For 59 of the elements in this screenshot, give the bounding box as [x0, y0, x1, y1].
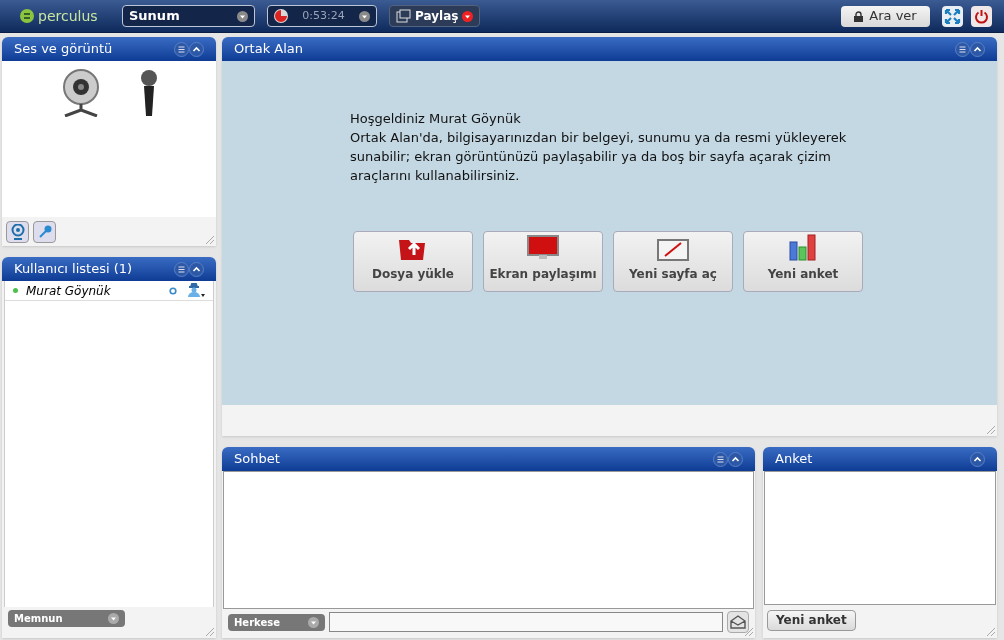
recipient-select[interactable]: Herkese — [228, 613, 325, 631]
resize-grip-icon[interactable] — [987, 426, 995, 434]
share-button[interactable]: Paylaş — [389, 5, 481, 27]
new-poll-button[interactable]: Yeni anket — [767, 609, 856, 631]
caret-icon — [108, 613, 119, 624]
message-input[interactable] — [329, 612, 723, 632]
fullscreen-button[interactable] — [942, 5, 963, 27]
webcam-icon — [10, 224, 25, 240]
menu-icon[interactable] — [174, 41, 189, 57]
microphone-icon — [37, 225, 52, 239]
action-button[interactable]: Dosya yükle — [353, 231, 473, 292]
resize-grip-icon[interactable] — [206, 236, 214, 244]
resize-grip-icon[interactable] — [206, 628, 214, 636]
panel-title: Anket — [775, 450, 814, 469]
drawing-page-icon — [657, 239, 689, 261]
action-button[interactable]: Ekran paylaşımı — [483, 231, 603, 292]
share-icon — [396, 9, 411, 23]
collapse-icon[interactable] — [970, 41, 985, 57]
caret-icon — [462, 10, 474, 22]
send-button[interactable] — [727, 611, 749, 633]
user-row[interactable]: Murat Göynük — [5, 281, 213, 301]
panel-title: Sohbet — [234, 450, 281, 469]
person-icon[interactable] — [185, 283, 205, 298]
lock-icon — [854, 10, 864, 22]
user-name: Murat Göynük — [26, 282, 112, 300]
resize-grip-icon[interactable] — [745, 628, 753, 636]
mood-select[interactable]: Memnun — [8, 610, 125, 627]
collapse-icon[interactable] — [189, 41, 204, 57]
panel-title: Ortak Alan — [234, 40, 304, 59]
caret-icon — [308, 616, 319, 628]
break-button[interactable]: Ara ver — [841, 5, 930, 27]
bar-chart-icon — [788, 233, 818, 261]
ring-icon — [169, 286, 177, 295]
panel-title: Kullanıcı listesi (1) — [14, 260, 134, 279]
welcome-text: Hoşgeldiniz Murat Göynük — [349, 110, 522, 128]
camera-button[interactable] — [6, 221, 29, 243]
action-button[interactable]: Yeni anket — [743, 231, 863, 292]
resize-grip-icon[interactable] — [987, 628, 995, 636]
mode-select[interactable]: Sunum — [122, 5, 255, 27]
action-button[interactable]: Yeni sayfa aç — [613, 231, 733, 292]
panel-title: Ses ve görüntü — [14, 40, 114, 59]
logo-text: perculus — [38, 6, 98, 26]
timer-text: 0:53:24 — [302, 7, 345, 24]
caret-icon — [237, 10, 248, 22]
description-text: Ortak Alan'da, bilgisayarınızdan bir belgeyi, sunumu ya da resmi yükleyerek sunabilir; ekran görüntünüzü paylaşabilir ya da boş bir sayfa açarak çizim araçlarını kullanabilirsiniz. — [349, 129, 848, 185]
microphone-icon[interactable] — [139, 69, 159, 117]
collapse-icon[interactable] — [970, 451, 985, 467]
collapse-icon[interactable] — [728, 451, 743, 467]
monitor-icon — [527, 235, 559, 261]
clock-icon — [274, 9, 288, 23]
power-button[interactable] — [971, 5, 992, 27]
microphone-button[interactable] — [33, 221, 56, 243]
menu-icon[interactable] — [174, 261, 189, 277]
caret-icon — [359, 10, 370, 22]
timer-select[interactable]: 0:53:24 — [267, 5, 377, 27]
menu-icon[interactable] — [713, 451, 728, 467]
logo-icon — [20, 9, 34, 23]
menu-icon[interactable] — [955, 41, 970, 57]
collapse-icon[interactable] — [189, 261, 204, 277]
